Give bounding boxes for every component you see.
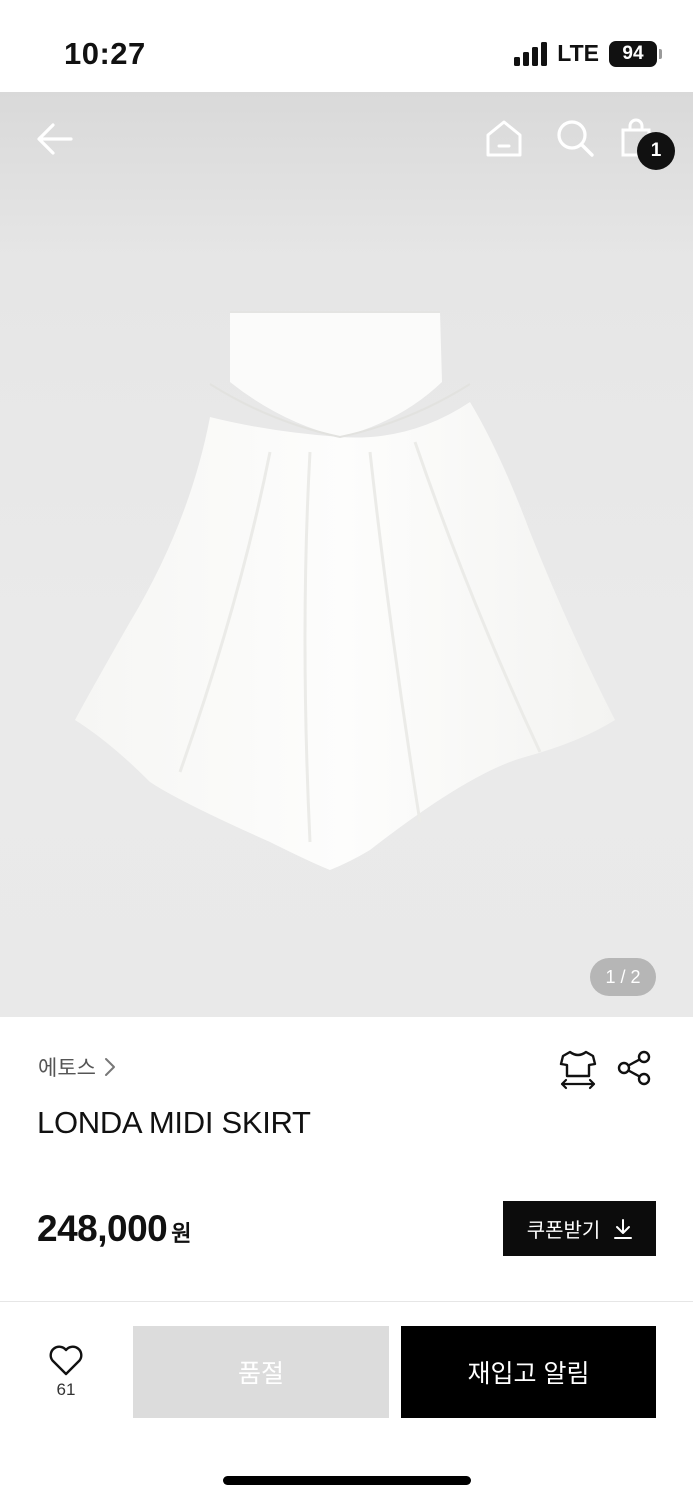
product-image-gallery[interactable]: 1 1 / 2: [0, 92, 693, 1017]
product-name: LONDA MIDI SKIRT: [37, 1105, 311, 1140]
divider: [0, 1301, 693, 1302]
heart-icon: [49, 1345, 83, 1376]
price-value: 248,000: [37, 1208, 168, 1249]
soldout-label: 품절: [237, 1360, 284, 1388]
share-icon[interactable]: [616, 1050, 652, 1086]
image-counter: 1 / 2: [590, 958, 656, 996]
chevron-right-icon: [104, 1058, 115, 1076]
signal-icon: [514, 41, 548, 66]
battery-icon: 94: [609, 40, 662, 67]
product-photo: [75, 311, 615, 870]
price-currency: 원: [171, 1221, 192, 1246]
restock-label: 재입고 알림: [467, 1360, 590, 1388]
home-indicator: [223, 1476, 471, 1485]
brand-name: 에토스: [38, 1057, 96, 1080]
soldout-button[interactable]: 품절: [133, 1326, 389, 1418]
status-indicators: LTE 94: [514, 40, 662, 67]
home-icon[interactable]: [484, 118, 524, 158]
search-icon[interactable]: [555, 118, 595, 158]
like-button[interactable]: 61: [40, 1344, 92, 1400]
download-icon: [614, 1218, 633, 1239]
restock-alert-button[interactable]: 재입고 알림: [401, 1326, 656, 1418]
network-label: LTE: [557, 40, 599, 66]
battery-level: 94: [622, 42, 644, 64]
product-price: 248,000 원: [37, 1208, 192, 1250]
back-arrow-icon[interactable]: [36, 120, 74, 158]
brand-link[interactable]: 에토스: [38, 1052, 116, 1082]
cart-count-badge: 1: [637, 132, 675, 170]
like-count: 61: [56, 1380, 76, 1399]
status-time: 10:27: [64, 36, 146, 71]
size-guide-icon[interactable]: [558, 1048, 598, 1090]
status-bar: 10:27 LTE 94: [0, 0, 693, 92]
coupon-label: 쿠폰받기: [526, 1220, 601, 1242]
coupon-download-button[interactable]: 쿠폰받기: [503, 1201, 656, 1256]
